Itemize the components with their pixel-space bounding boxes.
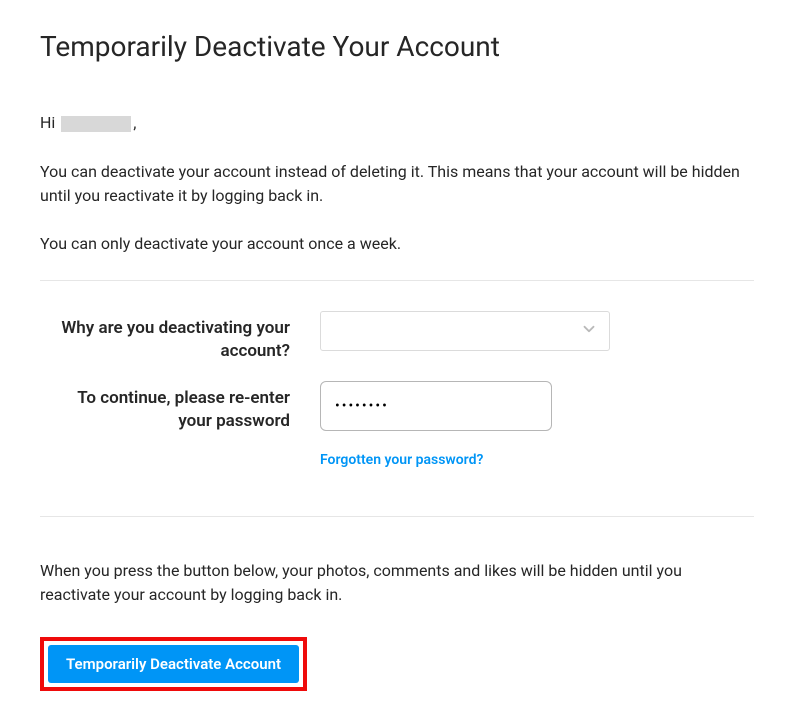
password-row: To continue, please re-enter your passwo… <box>40 381 754 468</box>
footer-note: When you press the button below, your ph… <box>40 559 754 607</box>
deactivate-button[interactable]: Temporarily Deactivate Account <box>48 645 299 683</box>
greeting-prefix: Hi <box>40 113 59 132</box>
forgot-password-link[interactable]: Forgotten your password? <box>320 452 483 468</box>
reason-row: Why are you deactivating your account? <box>40 311 754 363</box>
password-label: To continue, please re-enter your passwo… <box>40 381 320 433</box>
divider-top <box>40 280 754 281</box>
greeting-suffix: , <box>133 113 136 132</box>
reason-select[interactable] <box>320 311 610 351</box>
intro-paragraph-1: You can deactivate your account instead … <box>40 160 754 208</box>
redacted-username <box>61 116 131 132</box>
greeting-line: Hi , <box>40 113 754 132</box>
intro-paragraph-2: You can only deactivate your account onc… <box>40 232 754 256</box>
divider-bottom <box>40 516 754 517</box>
highlight-annotation: Temporarily Deactivate Account <box>40 637 307 691</box>
password-input[interactable] <box>320 381 552 431</box>
reason-label: Why are you deactivating your account? <box>40 311 320 363</box>
form-section: Why are you deactivating your account? T… <box>40 303 754 494</box>
page-title: Temporarily Deactivate Your Account <box>40 30 754 63</box>
